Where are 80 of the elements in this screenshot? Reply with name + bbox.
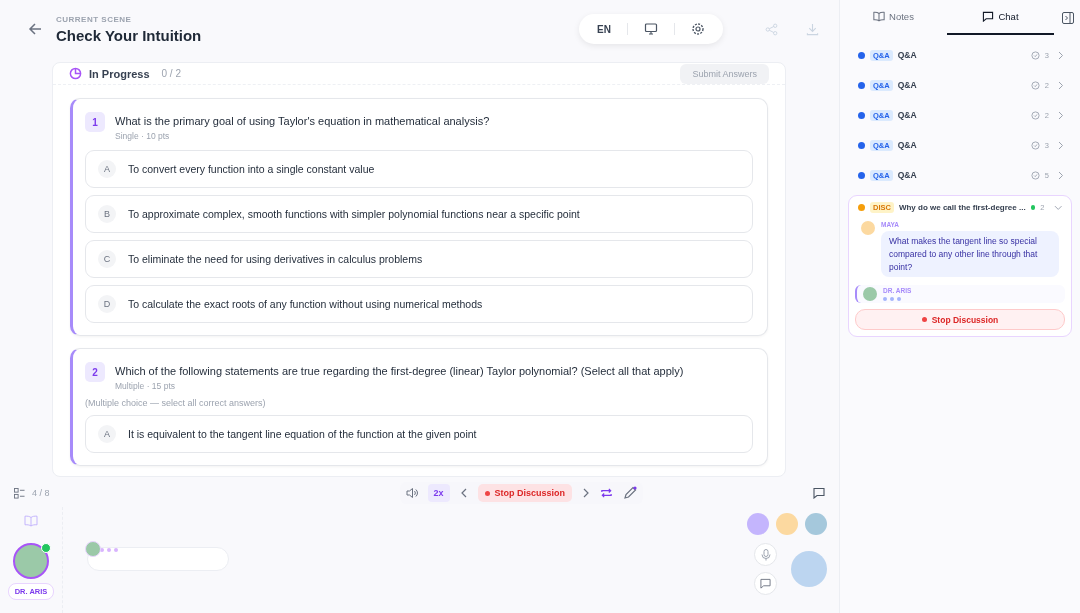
chat-button[interactable] xyxy=(754,572,777,595)
option-text: To eliminate the need for using derivatives in calculus problems xyxy=(128,253,423,265)
question-text: Which of the following statements are true regarding the first-degree (linear) Taylor polynomial? (Select all that apply) xyxy=(115,365,684,377)
option-letter: D xyxy=(98,295,116,313)
student-avatar xyxy=(805,513,827,535)
monitor-icon[interactable] xyxy=(644,22,658,36)
page-counter: 4 / 8 xyxy=(32,488,50,498)
chevron-right-icon[interactable] xyxy=(1058,50,1064,60)
thread-title: Q&A xyxy=(897,80,918,90)
collapse-panel-icon[interactable] xyxy=(1062,11,1074,24)
message-bubble: What makes the tangent line so special compared to any other line through that point? xyxy=(881,231,1059,278)
thread-title: Q&A xyxy=(897,170,918,180)
online-dot xyxy=(41,543,51,553)
option-letter: A xyxy=(98,425,116,443)
microphone-icon xyxy=(760,548,771,561)
back-arrow-icon[interactable] xyxy=(28,22,42,36)
thread-title: Why do we call the first-degree ... xyxy=(898,203,1026,212)
scene-label: CURRENT SCENE xyxy=(56,14,133,24)
status-label: In Progress xyxy=(89,67,150,80)
question-meta: Multiple · 15 pts xyxy=(115,381,176,391)
sidebar-tab[interactable]: Notes xyxy=(840,0,947,35)
check-circle-icon xyxy=(1030,50,1040,60)
option-text: It is equivalent to the tangent line equation of the function at the given point xyxy=(128,428,477,440)
speaker-icon[interactable] xyxy=(405,487,418,499)
student-avatar xyxy=(776,513,798,535)
thread-title: Q&A xyxy=(897,50,918,60)
option-letter: C xyxy=(98,250,116,268)
chat-icon xyxy=(982,11,995,22)
check-circle-icon xyxy=(1030,110,1040,120)
answer-option[interactable]: A To convert every function into a single constant value xyxy=(85,150,753,188)
option-letter: A xyxy=(98,160,116,178)
answer-option[interactable]: A It is equivalent to the tangent line equation of the function at the given point xyxy=(85,415,753,453)
thread-title: Q&A xyxy=(897,140,918,150)
question-hint: (Multiple choice — select all correct answers) xyxy=(85,398,267,408)
chevron-right-icon[interactable] xyxy=(1058,170,1064,180)
scene-title: Check Your Intuition xyxy=(56,26,202,44)
question-meta: Single · 10 pts xyxy=(115,131,171,141)
speed-button[interactable]: 2x xyxy=(427,484,450,502)
user-avatar xyxy=(791,551,827,587)
progress-ring-icon xyxy=(69,67,82,80)
chat-icon[interactable] xyxy=(813,487,825,499)
check-circle-icon xyxy=(1030,170,1040,180)
question-number: 1 xyxy=(85,112,105,132)
option-letter: B xyxy=(98,205,116,223)
list-icon[interactable] xyxy=(14,487,25,499)
option-text: To approximate complex, smooth functions with simpler polynomial functions near a specific point xyxy=(128,208,580,220)
check-circle-icon xyxy=(1030,80,1040,90)
chevron-right-icon[interactable] xyxy=(1058,140,1064,150)
stop-discussion-button[interactable]: Stop Discussion xyxy=(855,309,1065,331)
stop-discussion-button[interactable]: Stop Discussion xyxy=(477,484,573,502)
language-button[interactable]: EN xyxy=(597,23,611,35)
microphone-button[interactable] xyxy=(754,543,777,566)
answer-option[interactable]: D To calculate the exact roots of any function without using numerical methods xyxy=(85,285,753,323)
typing-indicator-icon xyxy=(100,548,118,552)
teacher-avatar xyxy=(13,543,49,579)
typing-indicator-icon xyxy=(883,297,901,302)
repeat-icon[interactable] xyxy=(600,487,614,499)
check-circle-icon xyxy=(1030,140,1040,150)
option-text: To calculate the exact roots of any function without using numerical methods xyxy=(128,298,483,310)
next-icon[interactable] xyxy=(582,488,591,498)
question-text: What is the primary goal of using Taylor's equation in mathematical analysis? xyxy=(115,115,490,127)
speaker-avatar xyxy=(85,541,101,557)
live-dot xyxy=(1030,205,1036,210)
option-text: To convert every function into a single constant value xyxy=(128,163,375,175)
previous-icon[interactable] xyxy=(459,488,468,498)
thread-title: Q&A xyxy=(897,110,918,120)
author-avatar xyxy=(861,221,875,235)
settings-icon[interactable] xyxy=(691,22,705,36)
author-avatar xyxy=(863,287,877,302)
chevron-right-icon[interactable] xyxy=(1058,80,1064,90)
sidebar-tab[interactable]: Chat xyxy=(947,0,1054,35)
progress-count: 0 / 2 xyxy=(161,68,181,79)
answer-option[interactable]: C To eliminate the need for using derivatives in calculus problems xyxy=(85,240,753,278)
chat-icon xyxy=(760,578,771,589)
pen-icon[interactable] xyxy=(623,486,638,500)
chevron-right-icon[interactable] xyxy=(1058,110,1064,120)
answer-option[interactable]: B To approximate complex, smooth functions with simpler polynomial functions near a specific point xyxy=(85,195,753,233)
book-icon xyxy=(873,11,886,22)
question-number: 2 xyxy=(85,362,105,382)
student-avatar xyxy=(747,513,769,535)
